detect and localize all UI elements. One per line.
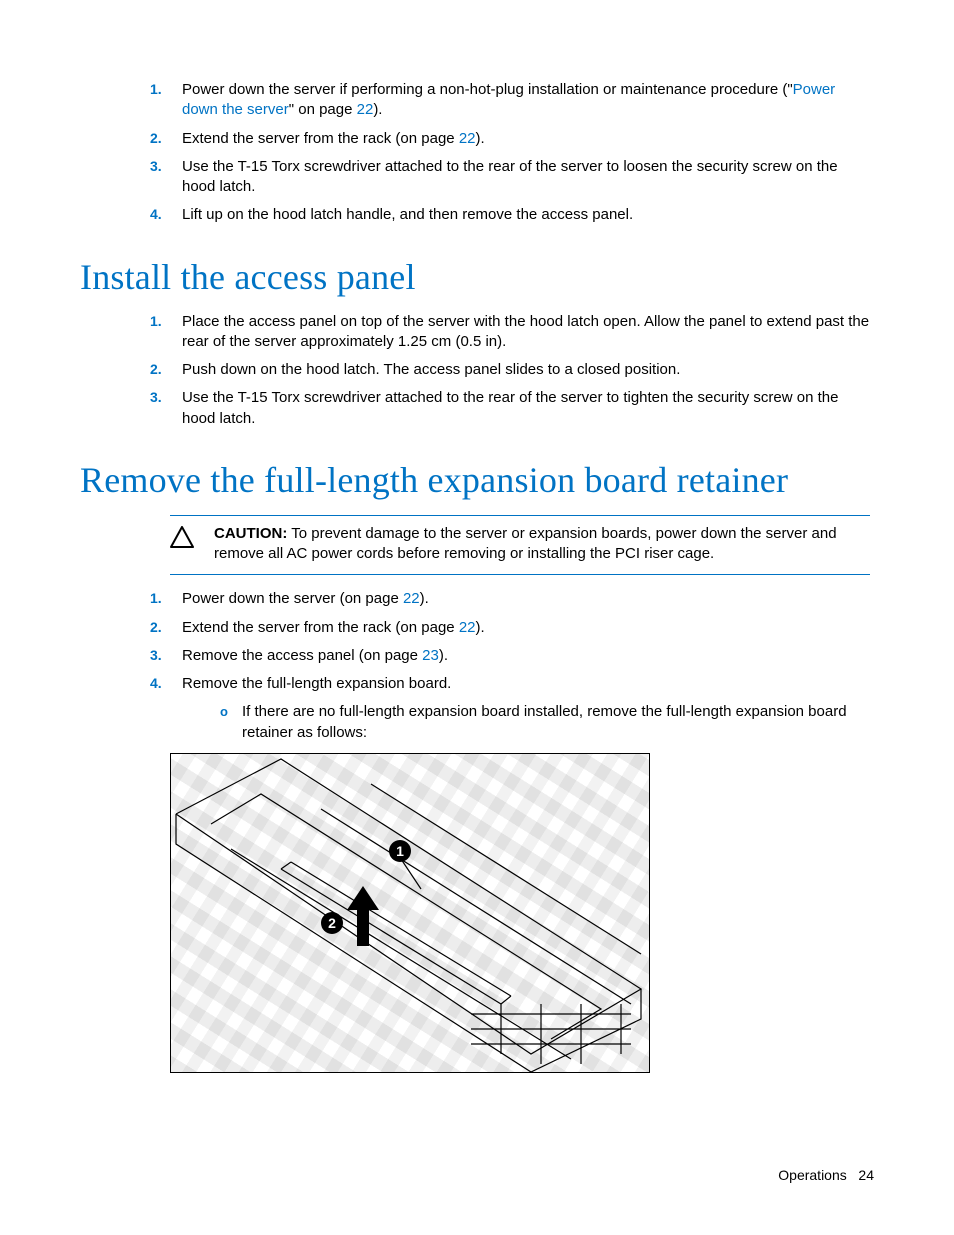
step: Extend the server from the rack (on page… [150, 129, 874, 149]
step: Place the access panel on top of the ser… [150, 312, 874, 353]
page-ref[interactable]: 22 [403, 590, 420, 607]
step: Extend the server from the rack (on page… [150, 618, 874, 638]
page-footer: Operations 24 [778, 1167, 874, 1183]
page-ref[interactable]: 22 [459, 619, 476, 636]
substeps: If there are no full-length expansion bo… [182, 702, 874, 743]
step: Lift up on the hood latch handle, and th… [150, 205, 874, 225]
step-text: Push down on the hood latch. The access … [182, 361, 680, 378]
step-text: ). [373, 101, 382, 118]
step-text: Power down the server if performing a no… [182, 81, 793, 98]
heading-install-access-panel: Install the access panel [80, 256, 874, 298]
section3-steps: Power down the server (on page 22). Exte… [150, 589, 874, 743]
figure-retainer-removal: 1 2 [170, 753, 650, 1073]
step: Power down the server (on page 22). [150, 589, 874, 609]
callout-1: 1 [389, 840, 411, 862]
step: Push down on the hood latch. The access … [150, 360, 874, 380]
caution-body: To prevent damage to the server or expan… [214, 525, 837, 562]
substep-text: If there are no full-length expansion bo… [242, 703, 847, 740]
step-text: Remove the full-length expansion board. [182, 675, 451, 692]
caution-block: CAUTION: To prevent damage to the server… [170, 515, 870, 576]
step-text: " on page [289, 101, 357, 118]
step-text: Lift up on the hood latch handle, and th… [182, 206, 633, 223]
step: Use the T-15 Torx screwdriver attached t… [150, 157, 874, 198]
step-text: ). [420, 590, 429, 607]
page-ref[interactable]: 22 [357, 101, 374, 118]
footer-page: 24 [858, 1167, 874, 1183]
substep: If there are no full-length expansion bo… [182, 702, 874, 743]
callout-2: 2 [321, 912, 343, 934]
document-page: Power down the server if performing a no… [0, 0, 954, 1235]
step-text: Use the T-15 Torx screwdriver attached t… [182, 158, 838, 195]
footer-section: Operations [778, 1167, 846, 1183]
step-text: ). [439, 647, 448, 664]
step-text: ). [476, 130, 485, 147]
page-ref[interactable]: 22 [459, 130, 476, 147]
diagram-svg [171, 754, 649, 1072]
step-text: Remove the access panel (on page [182, 647, 422, 664]
step-text: Power down the server (on page [182, 590, 403, 607]
step-text: Extend the server from the rack (on page [182, 130, 459, 147]
caution-text: CAUTION: To prevent damage to the server… [214, 524, 870, 565]
caution-label: CAUTION: [214, 525, 287, 542]
step-text: Place the access panel on top of the ser… [182, 313, 869, 350]
step: Remove the full-length expansion board. … [150, 674, 874, 743]
heading-remove-retainer: Remove the full-length expansion board r… [80, 459, 874, 501]
step: Use the T-15 Torx screwdriver attached t… [150, 388, 874, 429]
step: Remove the access panel (on page 23). [150, 646, 874, 666]
step-text: Extend the server from the rack (on page [182, 619, 459, 636]
step-text: ). [476, 619, 485, 636]
step-text: Use the T-15 Torx screwdriver attached t… [182, 389, 838, 426]
arrow-up-icon [343, 886, 383, 946]
step: Power down the server if performing a no… [150, 80, 874, 121]
caution-icon [170, 524, 214, 548]
section1-steps: Power down the server if performing a no… [150, 80, 874, 226]
page-ref[interactable]: 23 [422, 647, 439, 664]
section2-steps: Place the access panel on top of the ser… [150, 312, 874, 429]
